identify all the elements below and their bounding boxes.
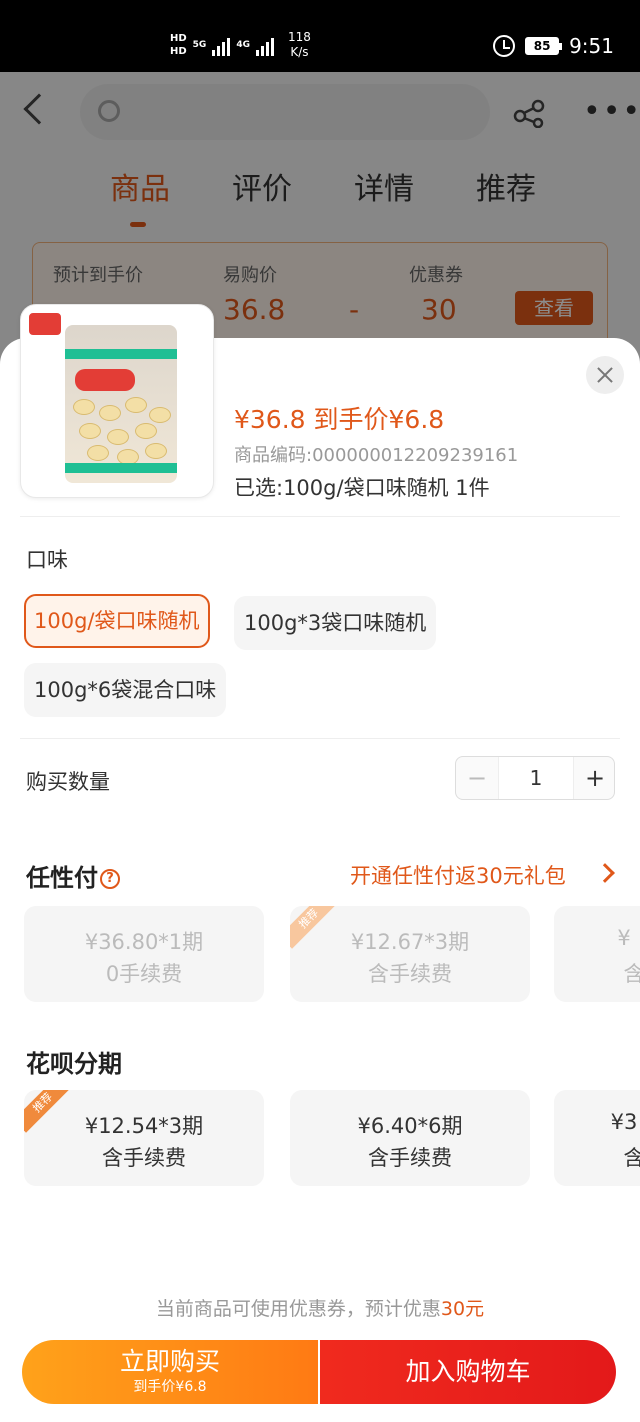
huabei-plan-3[interactable]: ¥3 含	[554, 1090, 640, 1186]
plan-amount: ¥3	[610, 1110, 638, 1134]
quantity-minus-button[interactable]: −	[456, 757, 498, 799]
alarm-icon	[493, 35, 516, 57]
help-icon[interactable]: ?	[100, 869, 120, 889]
network-5g: 5G	[192, 40, 207, 50]
renxingfu-plan-2[interactable]: 推荐 ¥12.67*3期 含手续费	[290, 906, 530, 1002]
renxingfu-plan-3[interactable]: ¥ 含	[554, 906, 640, 1002]
plan-fee: 含手续费	[368, 1146, 452, 1170]
flavor-title: 口味	[26, 548, 68, 572]
buy-now-button[interactable]: 立即购买 到手价¥6.8	[22, 1340, 318, 1404]
status-left: HD HD 5G 4G 118 K/s	[170, 30, 311, 60]
hd-indicator-1: HD	[170, 33, 187, 44]
status-right: 85 9:51	[493, 34, 614, 58]
flavor-option-1[interactable]: 100g/袋口味随机	[24, 594, 210, 648]
signal-icon	[212, 34, 231, 56]
renxingfu-open-link[interactable]: 开通任性付返30元礼包	[350, 860, 566, 890]
product-price: ¥36.8 到手价¥6.8	[234, 405, 445, 434]
huabei-plan-2[interactable]: ¥6.40*6期 含手续费	[290, 1090, 530, 1186]
divider	[20, 738, 620, 739]
clock: 9:51	[569, 34, 614, 58]
network-4g: 4G	[236, 40, 250, 50]
status-bar: HD HD 5G 4G 118 K/s 85 9:51	[0, 0, 640, 72]
flavor-option-3[interactable]: 100g*6袋混合口味	[24, 663, 227, 717]
flavor-option-2[interactable]: 100g*3袋口味随机	[234, 596, 437, 650]
renxingfu-plan-1[interactable]: ¥36.80*1期 0手续费	[24, 906, 264, 1002]
product-bag-image	[65, 325, 177, 483]
huabei-plan-1[interactable]: 推荐 ¥12.54*3期 含手续费	[24, 1090, 264, 1186]
coupon-tip: 当前商品可使用优惠券，预计优惠30元	[0, 1294, 640, 1321]
signal-icon-2	[255, 34, 274, 56]
brand-logo	[27, 311, 63, 337]
coupon-tip-value: 30元	[440, 1298, 485, 1320]
plan-fee: 0手续费	[105, 962, 183, 986]
plan-amount: ¥	[617, 926, 631, 950]
renxingfu-title: 任性付	[26, 864, 98, 892]
plan-fee: 含	[623, 1146, 640, 1170]
plan-amount: ¥36.80*1期	[84, 930, 204, 954]
huabei-title: 花呗分期	[26, 1050, 122, 1078]
selected-spec: 已选:100g/袋口味随机 1件	[234, 476, 490, 500]
plan-fee: 含手续费	[102, 1146, 186, 1170]
hd-indicator-2: HD	[170, 46, 187, 57]
renxingfu-title-row: 任性付?	[26, 858, 120, 893]
quantity-stepper: − 1 +	[455, 756, 615, 800]
quantity-title: 购买数量	[26, 770, 110, 794]
net-speed-unit: K/s	[290, 45, 309, 59]
plan-fee: 含手续费	[368, 962, 452, 986]
divider	[20, 516, 620, 517]
net-speed: 118	[287, 30, 311, 44]
product-thumbnail	[20, 304, 214, 498]
coupon-tip-text: 当前商品可使用优惠券，预计优惠	[155, 1298, 441, 1320]
quantity-value[interactable]: 1	[498, 757, 574, 799]
quantity-plus-button[interactable]: +	[574, 757, 616, 799]
battery-icon: 85	[525, 37, 563, 55]
close-button[interactable]	[586, 356, 624, 394]
buy-now-price: 到手价¥6.8	[133, 1379, 207, 1395]
plan-amount: ¥6.40*6期	[357, 1114, 463, 1138]
plan-amount: ¥12.54*3期	[84, 1114, 204, 1138]
plan-amount: ¥12.67*3期	[350, 930, 470, 954]
product-code: 商品编码:000000012209239161	[234, 445, 519, 466]
add-to-cart-button[interactable]: 加入购物车	[320, 1340, 616, 1404]
plan-fee: 含	[623, 962, 640, 986]
buy-now-label: 立即购买	[119, 1347, 220, 1376]
